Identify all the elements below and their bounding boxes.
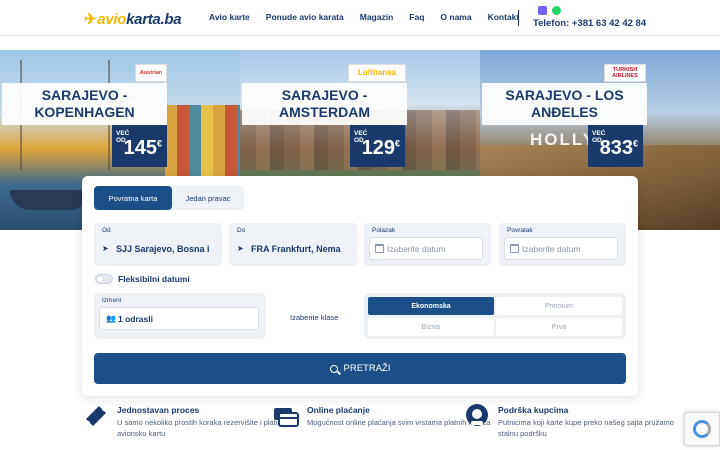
boat-decoration xyxy=(10,190,90,210)
feature-title: Podrška kupcima xyxy=(498,405,569,415)
class-option-business[interactable]: Biznis xyxy=(368,318,494,336)
feature-title: Online plaćanje xyxy=(307,405,370,415)
search-icon xyxy=(329,364,338,373)
passengers-label: Izmeni xyxy=(102,297,122,304)
flexible-dates-label: Fleksibilni datumi xyxy=(118,274,190,284)
offer-price-badge: VEĆ OD 145€ xyxy=(112,125,167,167)
class-label: Izaberite klase xyxy=(290,313,339,322)
to-label: Do xyxy=(237,227,246,234)
price-amount: 833€ xyxy=(600,137,638,160)
nav-ponude[interactable]: Ponude avio karata xyxy=(266,12,344,22)
header-divider xyxy=(518,10,519,26)
arrival-plane-icon: ➤ xyxy=(237,244,244,253)
social-links xyxy=(538,6,561,15)
depart-date-placeholder: Izaberite datum xyxy=(387,244,446,254)
plane-icon: ✈ xyxy=(84,11,97,28)
price-amount: 129€ xyxy=(362,137,400,160)
offer-price-badge: VEĆ OD 833€ xyxy=(588,125,643,167)
return-label: Povratak xyxy=(507,227,533,234)
card-icon xyxy=(274,408,299,427)
return-date-field: Povratak Izaberite datum xyxy=(499,223,626,266)
nav-kontakt[interactable]: Kontakt xyxy=(488,12,520,22)
class-option-economy[interactable]: Ekonomska xyxy=(368,297,494,315)
price-currency: € xyxy=(156,138,162,149)
passengers-input[interactable]: 👥 1 odrasli xyxy=(99,307,259,330)
flexible-dates-toggle[interactable] xyxy=(95,274,113,284)
price-currency: € xyxy=(632,138,638,149)
price-amount: 145€ xyxy=(124,137,162,160)
passengers-icon: 👥 xyxy=(106,314,116,323)
offer-route: SARAJEVO - AMSTERDAM xyxy=(242,83,407,125)
depart-date-input[interactable]: Izaberite datum xyxy=(369,237,483,260)
offer-route: SARAJEVO - LOS ANĐELES xyxy=(482,83,647,125)
airline-logo: Lufthansa xyxy=(348,64,406,82)
offer-route: SARAJEVO - KOPENHAGEN xyxy=(2,83,167,125)
calendar-icon xyxy=(375,244,384,253)
price-value: 129 xyxy=(361,137,395,159)
recaptcha-badge[interactable] xyxy=(684,412,720,446)
from-field[interactable]: Od ➤ SJJ Sarajevo, Bosna i xyxy=(94,223,222,266)
tab-one-way[interactable]: Jedan pravac xyxy=(172,186,244,210)
depart-date-field: Polazak Izaberite datum xyxy=(364,223,491,266)
search-button-label: PRETRAŽI xyxy=(343,363,391,374)
calendar-icon xyxy=(510,244,519,253)
hollywood-sign: HOLLY xyxy=(530,130,597,149)
price-value: 145 xyxy=(123,137,157,159)
class-option-first[interactable]: Prva xyxy=(496,318,622,336)
logo-prefix: avio xyxy=(97,11,127,28)
nav-avio-karte[interactable]: Avio karte xyxy=(209,12,250,22)
feature-text: Putnicima koji karte kupe preko našeg sa… xyxy=(498,418,674,438)
logo[interactable]: ✈aviokarta.ba xyxy=(84,10,182,28)
feature-title: Jednostavan proces xyxy=(117,405,200,415)
ticket-icon xyxy=(86,406,106,426)
phone-number[interactable]: Telefon: +381 63 42 42 84 xyxy=(533,18,646,29)
passengers-field: Izmeni 👥 1 odrasli xyxy=(94,293,266,339)
departure-plane-icon: ➤ xyxy=(102,244,109,253)
airline-logo: TURKISH AIRLINES xyxy=(604,64,646,82)
nav-o-nama[interactable]: O nama xyxy=(440,12,471,22)
flight-search-form: Povratna karta Jedan pravac Od ➤ SJJ Sar… xyxy=(82,176,638,396)
from-value: SJJ Sarajevo, Bosna i xyxy=(116,244,210,254)
nav-faq[interactable]: Faq xyxy=(409,12,424,22)
search-button[interactable]: PRETRAŽI xyxy=(94,353,626,384)
passengers-value: 1 odrasli xyxy=(118,314,153,324)
return-date-input[interactable]: Izaberite datum xyxy=(504,237,618,260)
class-option-premium[interactable]: Premium xyxy=(496,297,622,315)
price-value: 833 xyxy=(599,137,633,159)
to-value: FRA Frankfurt, Nema xyxy=(251,244,341,254)
tab-round-trip[interactable]: Povratna karta xyxy=(94,186,172,210)
from-label: Od xyxy=(102,227,111,234)
viber-icon[interactable] xyxy=(538,6,547,15)
nav-magazin[interactable]: Magazin xyxy=(360,12,394,22)
site-header: ✈aviokarta.ba Avio karte Ponude avio kar… xyxy=(0,0,720,36)
cabin-class-selector: Ekonomska Premium Biznis Prva xyxy=(364,293,626,339)
support-icon xyxy=(466,404,488,426)
main-nav: Avio karte Ponude avio karata Magazin Fa… xyxy=(209,12,519,22)
to-field[interactable]: Do ➤ FRA Frankfurt, Nema xyxy=(229,223,357,266)
offer-price-badge: VEĆ OD 129€ xyxy=(350,125,405,167)
page: ✈aviokarta.ba Avio karte Ponude avio kar… xyxy=(0,0,720,450)
recaptcha-icon xyxy=(693,420,711,438)
return-date-placeholder: Izaberite datum xyxy=(522,244,581,254)
trip-type-tabs: Povratna karta Jedan pravac xyxy=(94,186,244,210)
logo-suffix: karta.ba xyxy=(126,11,182,28)
price-currency: € xyxy=(394,138,400,149)
airline-logo: Austrian xyxy=(135,64,167,82)
depart-label: Polazak xyxy=(372,227,396,234)
whatsapp-icon[interactable] xyxy=(552,6,561,15)
